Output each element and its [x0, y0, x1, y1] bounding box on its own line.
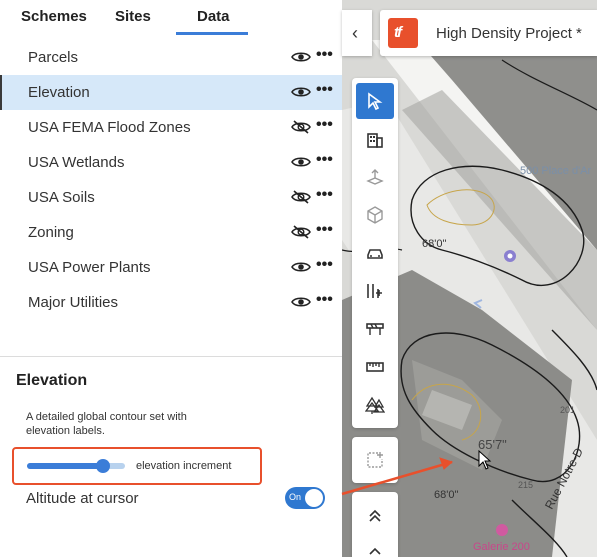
add-frame-icon — [367, 452, 383, 468]
extrude-tool-button[interactable] — [356, 159, 394, 195]
layer-row[interactable]: USA Wetlands ••• — [0, 145, 342, 180]
layer-description: A detailed global contour set with eleva… — [26, 411, 187, 437]
layer-row[interactable]: USA Power Plants ••• — [0, 250, 342, 285]
eye-off-icon[interactable] — [291, 190, 311, 204]
box-tool-button[interactable] — [356, 197, 394, 233]
altitude-toggle[interactable]: On — [285, 487, 325, 509]
layer-row[interactable]: USA Soils ••• — [0, 180, 342, 215]
more-options-icon[interactable]: ••• — [316, 117, 333, 133]
barrier-icon — [366, 323, 384, 335]
more-options-icon[interactable]: ••• — [316, 292, 333, 308]
tab-sites[interactable]: Sites — [115, 8, 151, 25]
more-options-icon[interactable]: ••• — [316, 187, 333, 203]
layer-row[interactable]: Zoning ••• — [0, 215, 342, 250]
add-columns-icon — [367, 284, 382, 298]
slider-fill — [27, 463, 104, 469]
more-options-icon[interactable]: ••• — [316, 152, 333, 168]
altitude-at-cursor-label: Altitude at cursor — [26, 490, 139, 507]
layer-detail-title: Elevation — [16, 372, 88, 389]
tab-bar: Schemes Sites Data — [0, 0, 342, 40]
elevation-increment-control: elevation increment — [12, 447, 262, 485]
elevation-label-a: 68'0" — [422, 238, 447, 250]
select-tool-button[interactable] — [356, 83, 394, 119]
more-options-icon[interactable]: ••• — [316, 257, 333, 273]
layer-label: USA FEMA Flood Zones — [28, 119, 191, 136]
layer-label: USA Power Plants — [28, 259, 151, 276]
tab-schemes[interactable]: Schemes — [21, 8, 87, 25]
layer-label: USA Wetlands — [28, 154, 125, 171]
eye-icon[interactable] — [291, 50, 311, 64]
expand-up-button[interactable] — [356, 498, 394, 534]
divider — [0, 356, 342, 357]
elevation-increment-slider[interactable] — [27, 463, 125, 469]
collapse-panel-button[interactable]: ‹ — [342, 10, 372, 56]
map-place-label: 500 Place d'Ar — [520, 165, 592, 177]
building-tool-button[interactable] — [356, 121, 394, 157]
project-header: tf High Density Project * — [380, 10, 597, 56]
more-options-icon[interactable]: ••• — [316, 82, 333, 98]
parcel-number-215: 215 — [518, 480, 534, 490]
more-options-icon[interactable]: ••• — [316, 222, 333, 238]
slider-label: elevation increment — [136, 460, 232, 472]
eye-icon[interactable] — [291, 295, 311, 309]
extrude-icon — [366, 169, 384, 185]
eye-off-icon[interactable] — [291, 225, 311, 239]
barrier-tool-button[interactable] — [356, 311, 394, 347]
project-title[interactable]: High Density Project * — [436, 25, 582, 42]
layer-list: Parcels ••• Elevation ••• USA FEMA Flood Zon… — [0, 40, 342, 320]
eye-icon[interactable] — [291, 155, 311, 169]
toggle-text: On — [289, 492, 302, 502]
layer-label: Elevation — [28, 84, 90, 101]
layer-row[interactable]: USA FEMA Flood Zones ••• — [0, 110, 342, 145]
active-tab-indicator — [176, 32, 248, 35]
layer-label: Parcels — [28, 49, 79, 66]
layer-row[interactable]: Elevation ••• — [0, 75, 342, 110]
layer-row[interactable]: Parcels ••• — [0, 40, 342, 75]
mouse-cursor-icon — [478, 450, 492, 470]
select-icon — [368, 92, 383, 111]
toggle-knob — [305, 489, 323, 507]
ruler-tool-button[interactable] — [356, 349, 394, 385]
layer-row[interactable]: Major Utilities ••• — [0, 285, 342, 320]
parking-tool-button[interactable] — [356, 235, 394, 271]
3d-box-icon — [367, 206, 383, 224]
slider-thumb[interactable] — [96, 459, 111, 473]
columns-tool-button[interactable] — [356, 273, 394, 309]
double-chevron-up-icon — [369, 509, 381, 522]
testfit-logo-icon[interactable]: tf — [388, 18, 418, 48]
layer-label: USA Soils — [28, 189, 95, 206]
logo-text: tf — [394, 24, 402, 41]
add-frame-button[interactable] — [356, 442, 394, 478]
ruler-icon — [366, 362, 384, 372]
eye-icon[interactable] — [291, 85, 311, 99]
tree-tool-button[interactable] — [356, 387, 394, 423]
building-icon — [367, 133, 383, 148]
tab-data[interactable]: Data — [197, 8, 230, 25]
parcel-number-201: 201 — [560, 405, 576, 415]
layer-label: Major Utilities — [28, 294, 119, 311]
chevron-up-icon — [369, 547, 381, 555]
left-panel: Schemes Sites Data Parcels ••• Elevation ••… — [0, 0, 342, 557]
map-toolbar-nav — [352, 492, 398, 557]
car-icon — [367, 249, 383, 259]
chevron-left-icon: ‹ — [352, 23, 358, 43]
map-toolbar-secondary — [352, 437, 398, 483]
eye-icon[interactable] — [291, 260, 311, 274]
eye-off-icon[interactable] — [291, 120, 311, 134]
scroll-up-button[interactable] — [356, 534, 394, 557]
tree-icon — [365, 396, 385, 414]
poi-label-galerie: Galerie 200 — [473, 541, 530, 553]
elevation-label-b: 68'0" — [434, 489, 459, 501]
map-toolbar — [352, 78, 398, 428]
more-options-icon[interactable]: ••• — [316, 47, 333, 63]
layer-label: Zoning — [28, 224, 74, 241]
